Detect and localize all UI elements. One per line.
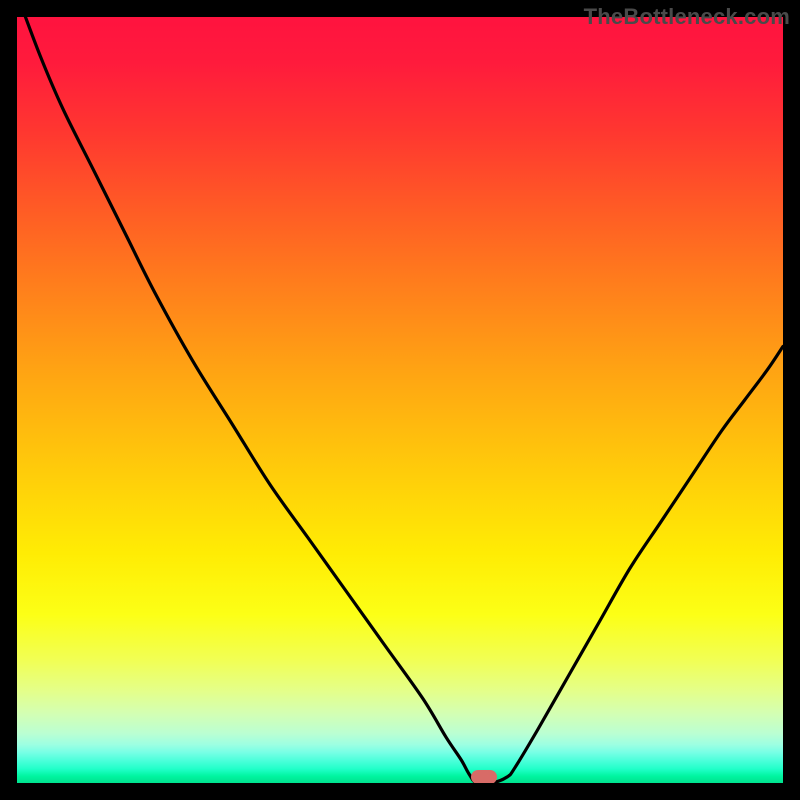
chart-frame: TheBottleneck.com [0,0,800,800]
optimum-marker [471,770,497,783]
watermark-text: TheBottleneck.com [584,4,790,30]
bottleneck-curve [17,17,783,783]
plot-area [17,17,783,783]
